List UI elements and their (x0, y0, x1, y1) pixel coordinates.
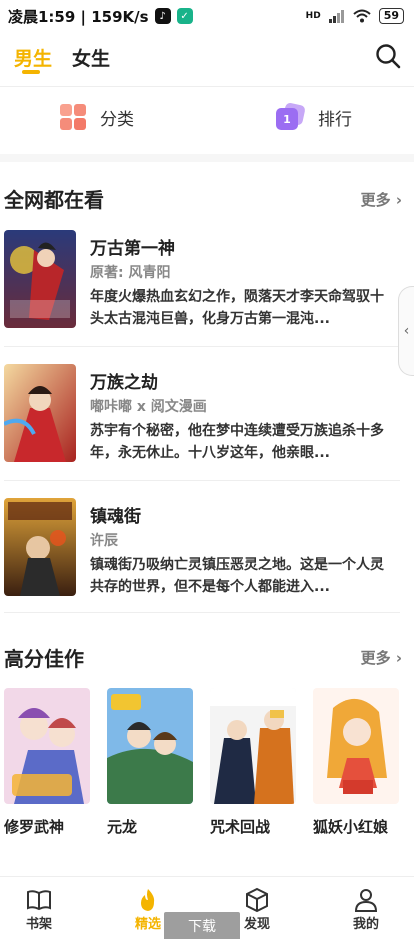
comic-cover (210, 688, 296, 804)
comic-title: 狐妖小红娘 (313, 818, 389, 836)
comic-title: 元龙 (107, 818, 138, 836)
side-drawer-handle[interactable]: ‹ (398, 286, 414, 376)
active-tab-indicator (22, 70, 40, 74)
more-link-hot[interactable]: 更多 › (361, 189, 402, 210)
comic-card[interactable]: 元龙 (107, 688, 195, 837)
comic-cover (313, 688, 399, 804)
category-label: 分类 (100, 109, 134, 130)
comic-cover (4, 688, 90, 804)
nav-label: 发现 (243, 917, 270, 932)
book-author: 原著: 风青阳 (90, 265, 171, 281)
download-button[interactable]: 下载 (164, 912, 240, 939)
comic-cover (107, 688, 193, 804)
shield-icon: ✓ (176, 8, 193, 24)
signal-icon (328, 10, 344, 23)
rank-icon: 1 (276, 102, 306, 130)
book-author: 许辰 (90, 533, 118, 549)
flame-icon (141, 889, 155, 911)
status-time-speed: 凌晨1:59 | 159K/s (8, 7, 149, 26)
ranking-label: 排行 (318, 109, 352, 130)
app-screen: 凌晨1:59 | 159K/s ♪ ✓ HD 59 男生 女生 分类 1 排行 … (0, 0, 414, 939)
category-row: 分类 1 排行 (0, 100, 414, 140)
nav-label: 我的 (352, 917, 379, 932)
book-cover (4, 230, 76, 328)
comic-card[interactable]: 修罗武神 (4, 688, 92, 837)
book-description: 年度火爆热血玄幻之作，陨落天才李天命驾驭十头太古混沌巨兽，化身万古第一混沌... (90, 289, 384, 327)
nav-label: 书架 (25, 917, 52, 932)
section-title-hot: 全网都在看 (4, 188, 104, 212)
divider (4, 612, 400, 613)
ranking-button[interactable]: 1 排行 (276, 102, 352, 130)
list-item[interactable]: 万古第一神 原著: 风青阳 年度火爆热血玄幻之作，陨落天才李天命驾驭十头太古混沌… (0, 230, 400, 342)
chevron-left-icon: ‹ (403, 323, 410, 339)
nav-profile[interactable]: 我的 (336, 887, 396, 932)
divider (4, 480, 400, 481)
tiktok-icon: ♪ (154, 8, 171, 24)
grid-icon (60, 104, 86, 130)
battery-indicator: 59 (378, 8, 404, 24)
book-icon (27, 890, 51, 911)
book-author: 嘟咔嘟 x 阅文漫画 (90, 399, 207, 415)
high-score-row: 修罗武神 元龙 咒术回战 狐妖小红娘 (0, 688, 414, 838)
more-label: 更多 (360, 649, 391, 667)
book-cover (4, 498, 76, 596)
cube-icon (246, 887, 268, 913)
divider (0, 86, 414, 87)
list-item[interactable]: 镇魂街 许辰 镇魂街乃吸纳亡灵镇压恶灵之地。这是一个人灵共存的世界，但不是每个人… (0, 498, 400, 610)
network-label: HD (305, 11, 321, 21)
book-description: 苏宇有个秘密，他在梦中连续遭受万族追杀十多年，永无休止。十八岁这年，他亲眼... (90, 423, 384, 461)
nav-label: 精选 (134, 917, 161, 932)
user-icon (354, 889, 378, 912)
book-title: 万族之劫 (90, 373, 158, 393)
comic-card[interactable]: 咒术回战 (210, 688, 298, 837)
wifi-icon (353, 9, 371, 23)
list-item[interactable]: 万族之劫 嘟咔嘟 x 阅文漫画 苏宇有个秘密，他在梦中连续遭受万族追杀十多年，永… (0, 364, 400, 476)
comic-card[interactable]: 狐妖小红娘 (313, 688, 401, 837)
tab-female[interactable]: 女生 (72, 44, 110, 71)
comic-title: 修罗武神 (4, 818, 65, 836)
more-link-high[interactable]: 更多 › (361, 647, 402, 668)
section-gap (0, 154, 414, 162)
nav-bookshelf[interactable]: 书架 (9, 887, 69, 932)
top-nav: 男生 女生 (0, 36, 414, 84)
rank-badge: 1 (276, 108, 298, 130)
book-description: 镇魂街乃吸纳亡灵镇压恶灵之地。这是一个人灵共存的世界，但不是每个人都能进入... (90, 557, 384, 595)
divider (4, 346, 400, 347)
search-icon[interactable] (374, 42, 402, 70)
comic-title: 咒术回战 (210, 818, 271, 836)
tab-male[interactable]: 男生 (14, 44, 52, 71)
section-title-high: 高分佳作 (4, 647, 84, 671)
category-button[interactable]: 分类 (60, 104, 134, 130)
book-title: 万古第一神 (90, 239, 175, 259)
book-title: 镇魂街 (90, 507, 141, 527)
status-bar: 凌晨1:59 | 159K/s ♪ ✓ HD 59 (0, 0, 414, 32)
more-label: 更多 (360, 191, 391, 209)
book-cover (4, 364, 76, 462)
